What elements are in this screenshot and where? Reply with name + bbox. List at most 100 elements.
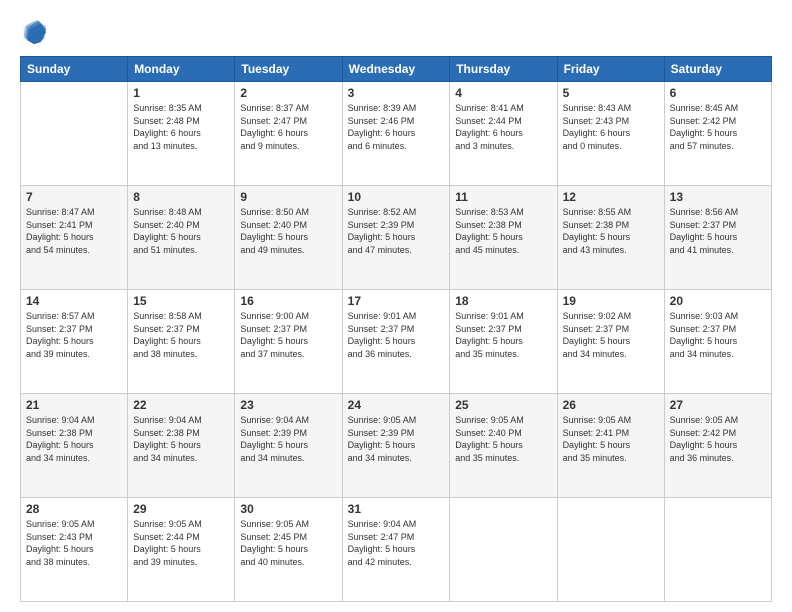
day-number: 25 [455, 398, 551, 412]
page: SundayMondayTuesdayWednesdayThursdayFrid… [0, 0, 792, 612]
day-info: Sunrise: 8:55 AM Sunset: 2:38 PM Dayligh… [563, 206, 659, 256]
calendar-cell: 29 Sunrise: 9:05 AM Sunset: 2:44 PM Dayli… [128, 498, 235, 602]
day-info: Sunrise: 8:58 AM Sunset: 2:37 PM Dayligh… [133, 310, 229, 360]
day-info: Sunrise: 9:05 AM Sunset: 2:45 PM Dayligh… [240, 518, 336, 568]
calendar-cell: 20 Sunrise: 9:03 AM Sunset: 2:37 PM Dayli… [664, 290, 771, 394]
calendar-week-row: 28 Sunrise: 9:05 AM Sunset: 2:43 PM Dayli… [21, 498, 772, 602]
calendar-cell: 13 Sunrise: 8:56 AM Sunset: 2:37 PM Dayli… [664, 186, 771, 290]
day-info: Sunrise: 8:53 AM Sunset: 2:38 PM Dayligh… [455, 206, 551, 256]
day-number: 21 [26, 398, 122, 412]
calendar-header-row: SundayMondayTuesdayWednesdayThursdayFrid… [21, 57, 772, 82]
day-number: 29 [133, 502, 229, 516]
calendar-cell: 12Sunrise: 8:55 AM Sunset: 2:38 PM Dayli… [557, 186, 664, 290]
day-info: Sunrise: 9:05 AM Sunset: 2:42 PM Dayligh… [670, 414, 766, 464]
day-number: 17 [348, 294, 445, 308]
day-info: Sunrise: 9:05 AM Sunset: 2:40 PM Dayligh… [455, 414, 551, 464]
calendar-cell: 30Sunrise: 9:05 AM Sunset: 2:45 PM Dayli… [235, 498, 342, 602]
calendar-cell [450, 498, 557, 602]
day-info: Sunrise: 9:04 AM Sunset: 2:38 PM Dayligh… [26, 414, 122, 464]
day-number: 26 [563, 398, 659, 412]
day-number: 22 [133, 398, 229, 412]
calendar-cell: 10 Sunrise: 8:52 AM Sunset: 2:39 PM Dayli… [342, 186, 450, 290]
day-info: Sunrise: 8:47 AM Sunset: 2:41 PM Dayligh… [26, 206, 122, 256]
calendar-week-row: 21 Sunrise: 9:04 AM Sunset: 2:38 PM Dayli… [21, 394, 772, 498]
calendar-week-row: 14 Sunrise: 8:57 AM Sunset: 2:37 PM Dayli… [21, 290, 772, 394]
calendar-cell: 6 Sunrise: 8:45 AM Sunset: 2:42 PM Daylig… [664, 82, 771, 186]
calendar-cell: 25 Sunrise: 9:05 AM Sunset: 2:40 PM Dayli… [450, 394, 557, 498]
day-info: Sunrise: 9:03 AM Sunset: 2:37 PM Dayligh… [670, 310, 766, 360]
day-number: 5 [563, 86, 659, 100]
day-info: Sunrise: 9:01 AM Sunset: 2:37 PM Dayligh… [348, 310, 445, 360]
calendar-cell: 19 Sunrise: 9:02 AM Sunset: 2:37 PM Dayli… [557, 290, 664, 394]
day-number: 20 [670, 294, 766, 308]
calendar-cell: 5 Sunrise: 8:43 AM Sunset: 2:43 PM Daylig… [557, 82, 664, 186]
day-number: 6 [670, 86, 766, 100]
calendar-cell: 3 Sunrise: 8:39 AM Sunset: 2:46 PM Daylig… [342, 82, 450, 186]
header [20, 18, 772, 46]
calendar-cell: 15 Sunrise: 8:58 AM Sunset: 2:37 PM Dayli… [128, 290, 235, 394]
day-info: Sunrise: 8:50 AM Sunset: 2:40 PM Dayligh… [240, 206, 336, 256]
calendar-cell: 28 Sunrise: 9:05 AM Sunset: 2:43 PM Dayli… [21, 498, 128, 602]
calendar-cell [21, 82, 128, 186]
day-info: Sunrise: 8:45 AM Sunset: 2:42 PM Dayligh… [670, 102, 766, 152]
day-number: 4 [455, 86, 551, 100]
day-info: Sunrise: 9:04 AM Sunset: 2:38 PM Dayligh… [133, 414, 229, 464]
calendar-cell: 17 Sunrise: 9:01 AM Sunset: 2:37 PM Dayli… [342, 290, 450, 394]
day-info: Sunrise: 9:04 AM Sunset: 2:39 PM Dayligh… [240, 414, 336, 464]
day-info: Sunrise: 8:56 AM Sunset: 2:37 PM Dayligh… [670, 206, 766, 256]
calendar-cell: 23Sunrise: 9:04 AM Sunset: 2:39 PM Dayli… [235, 394, 342, 498]
day-info: Sunrise: 8:39 AM Sunset: 2:46 PM Dayligh… [348, 102, 445, 152]
calendar-cell: 11 Sunrise: 8:53 AM Sunset: 2:38 PM Dayli… [450, 186, 557, 290]
calendar-cell: 27 Sunrise: 9:05 AM Sunset: 2:42 PM Dayli… [664, 394, 771, 498]
logo-icon [20, 18, 48, 46]
calendar-cell: 31Sunrise: 9:04 AM Sunset: 2:47 PM Dayli… [342, 498, 450, 602]
calendar-cell [557, 498, 664, 602]
day-number: 19 [563, 294, 659, 308]
day-info: Sunrise: 9:02 AM Sunset: 2:37 PM Dayligh… [563, 310, 659, 360]
calendar-cell: 2 Sunrise: 8:37 AM Sunset: 2:47 PM Daylig… [235, 82, 342, 186]
day-info: Sunrise: 9:00 AM Sunset: 2:37 PM Dayligh… [240, 310, 336, 360]
day-info: Sunrise: 9:05 AM Sunset: 2:41 PM Dayligh… [563, 414, 659, 464]
calendar-cell: 1Sunrise: 8:35 AM Sunset: 2:48 PM Daylig… [128, 82, 235, 186]
day-number: 10 [348, 190, 445, 204]
day-info: Sunrise: 8:52 AM Sunset: 2:39 PM Dayligh… [348, 206, 445, 256]
header-day-wednesday: Wednesday [342, 57, 450, 82]
day-info: Sunrise: 9:04 AM Sunset: 2:47 PM Dayligh… [348, 518, 445, 568]
day-number: 3 [348, 86, 445, 100]
day-number: 11 [455, 190, 551, 204]
day-number: 14 [26, 294, 122, 308]
header-day-thursday: Thursday [450, 57, 557, 82]
calendar-cell: 21 Sunrise: 9:04 AM Sunset: 2:38 PM Dayli… [21, 394, 128, 498]
day-number: 15 [133, 294, 229, 308]
calendar-cell: 26 Sunrise: 9:05 AM Sunset: 2:41 PM Dayli… [557, 394, 664, 498]
day-number: 9 [240, 190, 336, 204]
logo [20, 18, 50, 46]
day-number: 16 [240, 294, 336, 308]
day-number: 13 [670, 190, 766, 204]
calendar-cell: 14 Sunrise: 8:57 AM Sunset: 2:37 PM Dayli… [21, 290, 128, 394]
day-info: Sunrise: 9:05 AM Sunset: 2:39 PM Dayligh… [348, 414, 445, 464]
day-info: Sunrise: 9:05 AM Sunset: 2:44 PM Dayligh… [133, 518, 229, 568]
day-number: 28 [26, 502, 122, 516]
day-info: Sunrise: 8:43 AM Sunset: 2:43 PM Dayligh… [563, 102, 659, 152]
calendar-table: SundayMondayTuesdayWednesdayThursdayFrid… [20, 56, 772, 602]
day-info: Sunrise: 9:01 AM Sunset: 2:37 PM Dayligh… [455, 310, 551, 360]
header-day-friday: Friday [557, 57, 664, 82]
day-info: Sunrise: 9:05 AM Sunset: 2:43 PM Dayligh… [26, 518, 122, 568]
calendar-cell: 24 Sunrise: 9:05 AM Sunset: 2:39 PM Dayli… [342, 394, 450, 498]
calendar-cell: 9 Sunrise: 8:50 AM Sunset: 2:40 PM Daylig… [235, 186, 342, 290]
day-info: Sunrise: 8:37 AM Sunset: 2:47 PM Dayligh… [240, 102, 336, 152]
header-day-monday: Monday [128, 57, 235, 82]
day-info: Sunrise: 8:57 AM Sunset: 2:37 PM Dayligh… [26, 310, 122, 360]
header-day-saturday: Saturday [664, 57, 771, 82]
day-number: 24 [348, 398, 445, 412]
day-number: 2 [240, 86, 336, 100]
calendar-cell [664, 498, 771, 602]
calendar-cell: 16 Sunrise: 9:00 AM Sunset: 2:37 PM Dayli… [235, 290, 342, 394]
header-day-sunday: Sunday [21, 57, 128, 82]
day-number: 18 [455, 294, 551, 308]
calendar-cell: 22 Sunrise: 9:04 AM Sunset: 2:38 PM Dayli… [128, 394, 235, 498]
calendar-cell: 8Sunrise: 8:48 AM Sunset: 2:40 PM Daylig… [128, 186, 235, 290]
calendar-cell: 4Sunrise: 8:41 AM Sunset: 2:44 PM Daylig… [450, 82, 557, 186]
day-number: 27 [670, 398, 766, 412]
